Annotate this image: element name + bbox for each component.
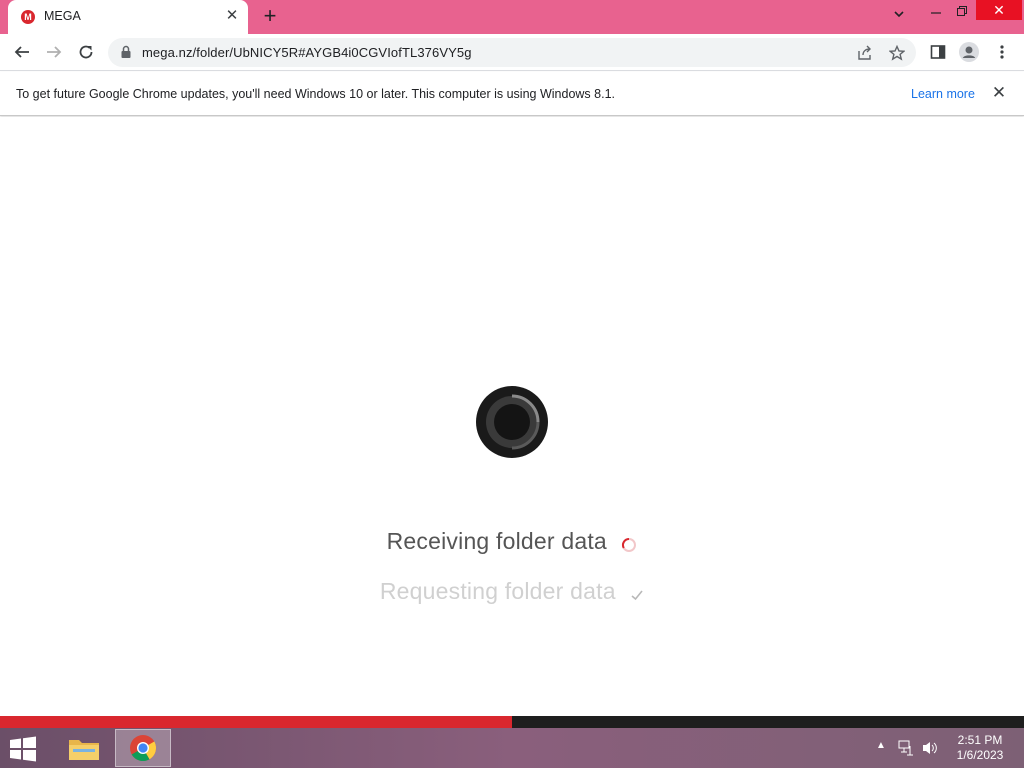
minimize-icon <box>931 12 941 14</box>
share-icon <box>858 45 871 60</box>
network-icon[interactable] <box>898 740 914 756</box>
reload-button[interactable] <box>74 40 98 64</box>
windows-start-icon[interactable] <box>8 736 38 762</box>
progress-fill <box>0 716 512 728</box>
restore-button[interactable] <box>950 0 974 24</box>
window-close-button[interactable]: ✕ <box>976 0 1022 20</box>
browser-titlebar: M MEGA ✕ + ✕ <box>0 0 1024 34</box>
reload-icon <box>79 45 93 59</box>
back-button[interactable] <box>10 40 34 64</box>
status-receiving: Receiving folder data <box>0 528 1024 555</box>
browser-toolbar: mega.nz/folder/UbNICY5R#AYGB4i0CGVIofTL3… <box>0 34 1024 71</box>
folder-icon <box>69 740 99 760</box>
system-clock[interactable]: 2:51 PM 1/6/2023 <box>950 733 1010 763</box>
kebab-menu-icon <box>1000 45 1004 59</box>
infobar-close-button[interactable]: ✕ <box>989 83 1009 103</box>
mega-loading-logo-icon <box>476 386 548 458</box>
clock-time: 2:51 PM <box>957 733 1003 747</box>
tab-title: MEGA <box>44 9 81 23</box>
update-infobar: To get future Google Chrome updates, you… <box>0 72 1024 116</box>
clock-date: 1/6/2023 <box>956 748 1004 762</box>
star-icon <box>889 45 905 61</box>
forward-button[interactable] <box>42 40 66 64</box>
taskbar-file-explorer[interactable] <box>56 729 112 767</box>
infobar-message: To get future Google Chrome updates, you… <box>16 87 615 101</box>
windows-taskbar: ▲ 2:51 PM 1/6/2023 <box>0 728 1024 768</box>
taskbar-chrome[interactable] <box>115 729 171 767</box>
mega-favicon-icon: M <box>21 10 35 24</box>
loading-spinner-icon <box>622 537 637 552</box>
learn-more-link[interactable]: Learn more <box>911 87 975 101</box>
checkmark-icon <box>631 590 643 600</box>
restore-icon <box>957 6 967 16</box>
arrow-right-icon <box>47 46 62 58</box>
page-content: Receiving folder data Requesting folder … <box>0 117 1024 716</box>
tab-search-button[interactable] <box>886 4 912 28</box>
status-requesting-text: Requesting folder data <box>379 578 616 604</box>
chevron-down-icon <box>894 11 904 18</box>
status-requesting: Requesting folder data <box>0 578 1024 605</box>
tab-mega[interactable]: M MEGA ✕ <box>8 0 248 34</box>
chrome-icon <box>130 735 157 762</box>
bookmark-button[interactable] <box>886 42 908 64</box>
tray-overflow-icon[interactable]: ▲ <box>876 740 886 751</box>
status-receiving-text: Receiving folder data <box>386 528 607 554</box>
arrow-left-icon <box>14 46 29 58</box>
loading-progress-bar <box>0 716 1024 728</box>
new-tab-button[interactable]: + <box>258 4 282 28</box>
lock-icon <box>121 45 131 58</box>
address-bar[interactable]: mega.nz/folder/UbNICY5R#AYGB4i0CGVIofTL3… <box>108 38 916 67</box>
volume-icon[interactable] <box>922 740 938 756</box>
avatar-icon <box>959 42 979 62</box>
profile-button[interactable] <box>957 40 981 64</box>
chrome-menu-button[interactable] <box>990 40 1014 64</box>
side-panel-icon <box>930 45 946 59</box>
share-button[interactable] <box>854 42 876 64</box>
minimize-button[interactable] <box>922 0 950 24</box>
tab-close-button[interactable]: ✕ <box>222 6 242 26</box>
side-panel-button[interactable] <box>926 40 950 64</box>
url-text: mega.nz/folder/UbNICY5R#AYGB4i0CGVIofTL3… <box>142 45 472 60</box>
